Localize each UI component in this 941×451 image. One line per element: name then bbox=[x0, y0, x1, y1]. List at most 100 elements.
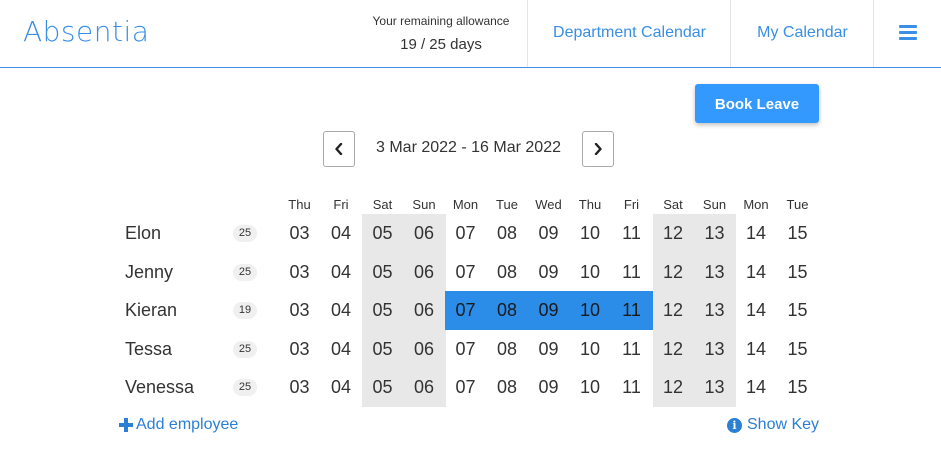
day-name-header: Tue bbox=[786, 197, 809, 212]
calendar-day-cell[interactable]: 06 bbox=[404, 253, 445, 291]
calendar-day-cell[interactable]: 06 bbox=[404, 214, 445, 252]
day-name-header: Sun bbox=[412, 197, 436, 212]
calendar-day-cell[interactable]: 12 bbox=[653, 368, 694, 406]
calendar-day-cell[interactable]: 14 bbox=[736, 253, 777, 291]
show-key-link[interactable]: i Show Key bbox=[727, 416, 819, 434]
calendar-day-cell[interactable]: 07 bbox=[445, 330, 486, 368]
allowance-badge: 25 bbox=[233, 263, 257, 281]
book-leave-button[interactable]: Book Leave bbox=[695, 84, 819, 123]
employee-name[interactable]: Venessa bbox=[125, 368, 194, 406]
calendar-day-cell[interactable]: 04 bbox=[321, 330, 362, 368]
calendar-day-cell[interactable]: 05 bbox=[362, 214, 403, 252]
nav-my-calendar[interactable]: My Calendar bbox=[730, 0, 874, 67]
calendar-day-cell[interactable]: 12 bbox=[653, 330, 694, 368]
calendar-day-cell[interactable]: 13 bbox=[694, 291, 735, 329]
employee-name[interactable]: Kieran bbox=[125, 291, 177, 329]
calendar-day-cell[interactable]: 09 bbox=[528, 253, 569, 291]
nav-department-calendar[interactable]: Department Calendar bbox=[527, 0, 731, 67]
calendar-day-cell[interactable]: 05 bbox=[362, 368, 403, 406]
calendar-day-cell[interactable]: 04 bbox=[321, 214, 362, 252]
day-name-header: Thu bbox=[578, 197, 602, 212]
calendar-day-cell[interactable]: 11 bbox=[611, 330, 652, 368]
calendar-day-cell[interactable]: 15 bbox=[777, 291, 818, 329]
calendar-day-cell[interactable]: 14 bbox=[736, 214, 777, 252]
calendar-day-cell[interactable]: 08 bbox=[487, 214, 528, 252]
calendar-day-cell[interactable]: 03 bbox=[279, 291, 320, 329]
add-employee-link[interactable]: Add employee bbox=[119, 416, 238, 434]
calendar-day-cell[interactable]: 14 bbox=[736, 330, 777, 368]
calendar-day-cell[interactable]: 13 bbox=[694, 368, 735, 406]
calendar-day-cell[interactable]: 12 bbox=[653, 291, 694, 329]
calendar-day-cell[interactable]: 14 bbox=[736, 291, 777, 329]
calendar-day-cell[interactable]: 11 bbox=[611, 214, 652, 252]
calendar-day-cell[interactable]: 06 bbox=[404, 330, 445, 368]
calendar-day-cell[interactable]: 05 bbox=[362, 291, 403, 329]
previous-period-button[interactable] bbox=[323, 131, 355, 167]
calendar-day-cell[interactable]: 09 bbox=[528, 214, 569, 252]
day-name-header: Thu bbox=[288, 197, 311, 212]
calendar-day-cell[interactable]: 11 bbox=[611, 291, 652, 329]
show-key-label: Show Key bbox=[747, 416, 820, 433]
calendar-day-cell[interactable]: 11 bbox=[611, 253, 652, 291]
calendar-day-cell[interactable]: 10 bbox=[570, 253, 611, 291]
calendar-day-cell[interactable]: 03 bbox=[279, 330, 320, 368]
day-name-header: Sat bbox=[372, 197, 393, 212]
calendar-day-cell[interactable]: 09 bbox=[528, 291, 569, 329]
info-icon: i bbox=[727, 417, 742, 433]
calendar-day-cell[interactable]: 13 bbox=[694, 253, 735, 291]
menu-button[interactable] bbox=[873, 0, 941, 67]
calendar-day-cell[interactable]: 07 bbox=[445, 368, 486, 406]
employee-name[interactable]: Tessa bbox=[125, 330, 172, 368]
next-period-button[interactable] bbox=[582, 131, 614, 167]
allowance-summary: Your remaining allowance 19 / 25 days bbox=[355, 0, 527, 67]
calendar-day-cell[interactable]: 14 bbox=[736, 368, 777, 406]
calendar-day-cell[interactable]: 12 bbox=[653, 214, 694, 252]
calendar-day-cell[interactable]: 08 bbox=[487, 330, 528, 368]
allowance-value: 19 / 25 days bbox=[400, 36, 482, 53]
calendar-day-cell[interactable]: 04 bbox=[321, 368, 362, 406]
calendar-day-cell[interactable]: 15 bbox=[777, 330, 818, 368]
calendar-day-cell[interactable]: 03 bbox=[279, 214, 320, 252]
day-name-header: Mon bbox=[452, 197, 479, 212]
allowance-label: Your remaining allowance bbox=[372, 14, 510, 28]
calendar-day-cell[interactable]: 04 bbox=[321, 253, 362, 291]
chevron-left-icon bbox=[335, 143, 343, 155]
calendar-day-cell[interactable]: 06 bbox=[404, 291, 445, 329]
calendar-day-cell[interactable]: 10 bbox=[570, 330, 611, 368]
calendar-day-cell[interactable]: 08 bbox=[487, 291, 528, 329]
calendar-day-cell[interactable]: 11 bbox=[611, 368, 652, 406]
calendar-day-cell[interactable]: 03 bbox=[279, 253, 320, 291]
calendar-day-cell[interactable]: 07 bbox=[445, 214, 486, 252]
calendar-day-cell[interactable]: 10 bbox=[570, 368, 611, 406]
calendar-day-cell[interactable]: 13 bbox=[694, 330, 735, 368]
calendar-day-cell[interactable]: 07 bbox=[445, 253, 486, 291]
calendar-day-cell[interactable]: 10 bbox=[570, 214, 611, 252]
app-header: Absentia Your remaining allowance 19 / 2… bbox=[0, 0, 941, 68]
calendar-day-cell[interactable]: 08 bbox=[487, 253, 528, 291]
calendar-day-cell[interactable]: 09 bbox=[528, 368, 569, 406]
allowance-badge: 19 bbox=[233, 302, 257, 319]
calendar-day-cell[interactable]: 03 bbox=[279, 368, 320, 406]
allowance-badge: 25 bbox=[233, 379, 257, 396]
day-name-header: Mon bbox=[743, 197, 769, 212]
employee-name[interactable]: Elon bbox=[125, 214, 161, 252]
calendar-day-cell[interactable]: 06 bbox=[404, 368, 445, 406]
calendar-day-cell[interactable]: 05 bbox=[362, 330, 403, 368]
allowance-badge: 25 bbox=[233, 225, 257, 242]
employee-name[interactable]: Jenny bbox=[125, 253, 173, 291]
add-employee-label: Add employee bbox=[136, 416, 239, 433]
calendar-day-cell[interactable]: 09 bbox=[528, 330, 569, 368]
calendar-day-cell[interactable]: 10 bbox=[570, 291, 611, 329]
calendar-day-cell[interactable]: 08 bbox=[487, 368, 528, 406]
day-name-header: Tue bbox=[496, 197, 518, 212]
calendar-day-cell[interactable]: 12 bbox=[653, 253, 694, 291]
calendar-day-cell[interactable]: 15 bbox=[777, 368, 818, 406]
day-name-header: Sat bbox=[663, 197, 683, 212]
calendar-day-cell[interactable]: 15 bbox=[777, 253, 818, 291]
brand-logo[interactable]: Absentia bbox=[23, 15, 149, 48]
calendar-day-cell[interactable]: 07 bbox=[445, 291, 486, 329]
calendar-day-cell[interactable]: 04 bbox=[321, 291, 362, 329]
calendar-day-cell[interactable]: 05 bbox=[362, 253, 403, 291]
calendar-day-cell[interactable]: 15 bbox=[777, 214, 818, 252]
calendar-day-cell[interactable]: 13 bbox=[694, 214, 735, 252]
